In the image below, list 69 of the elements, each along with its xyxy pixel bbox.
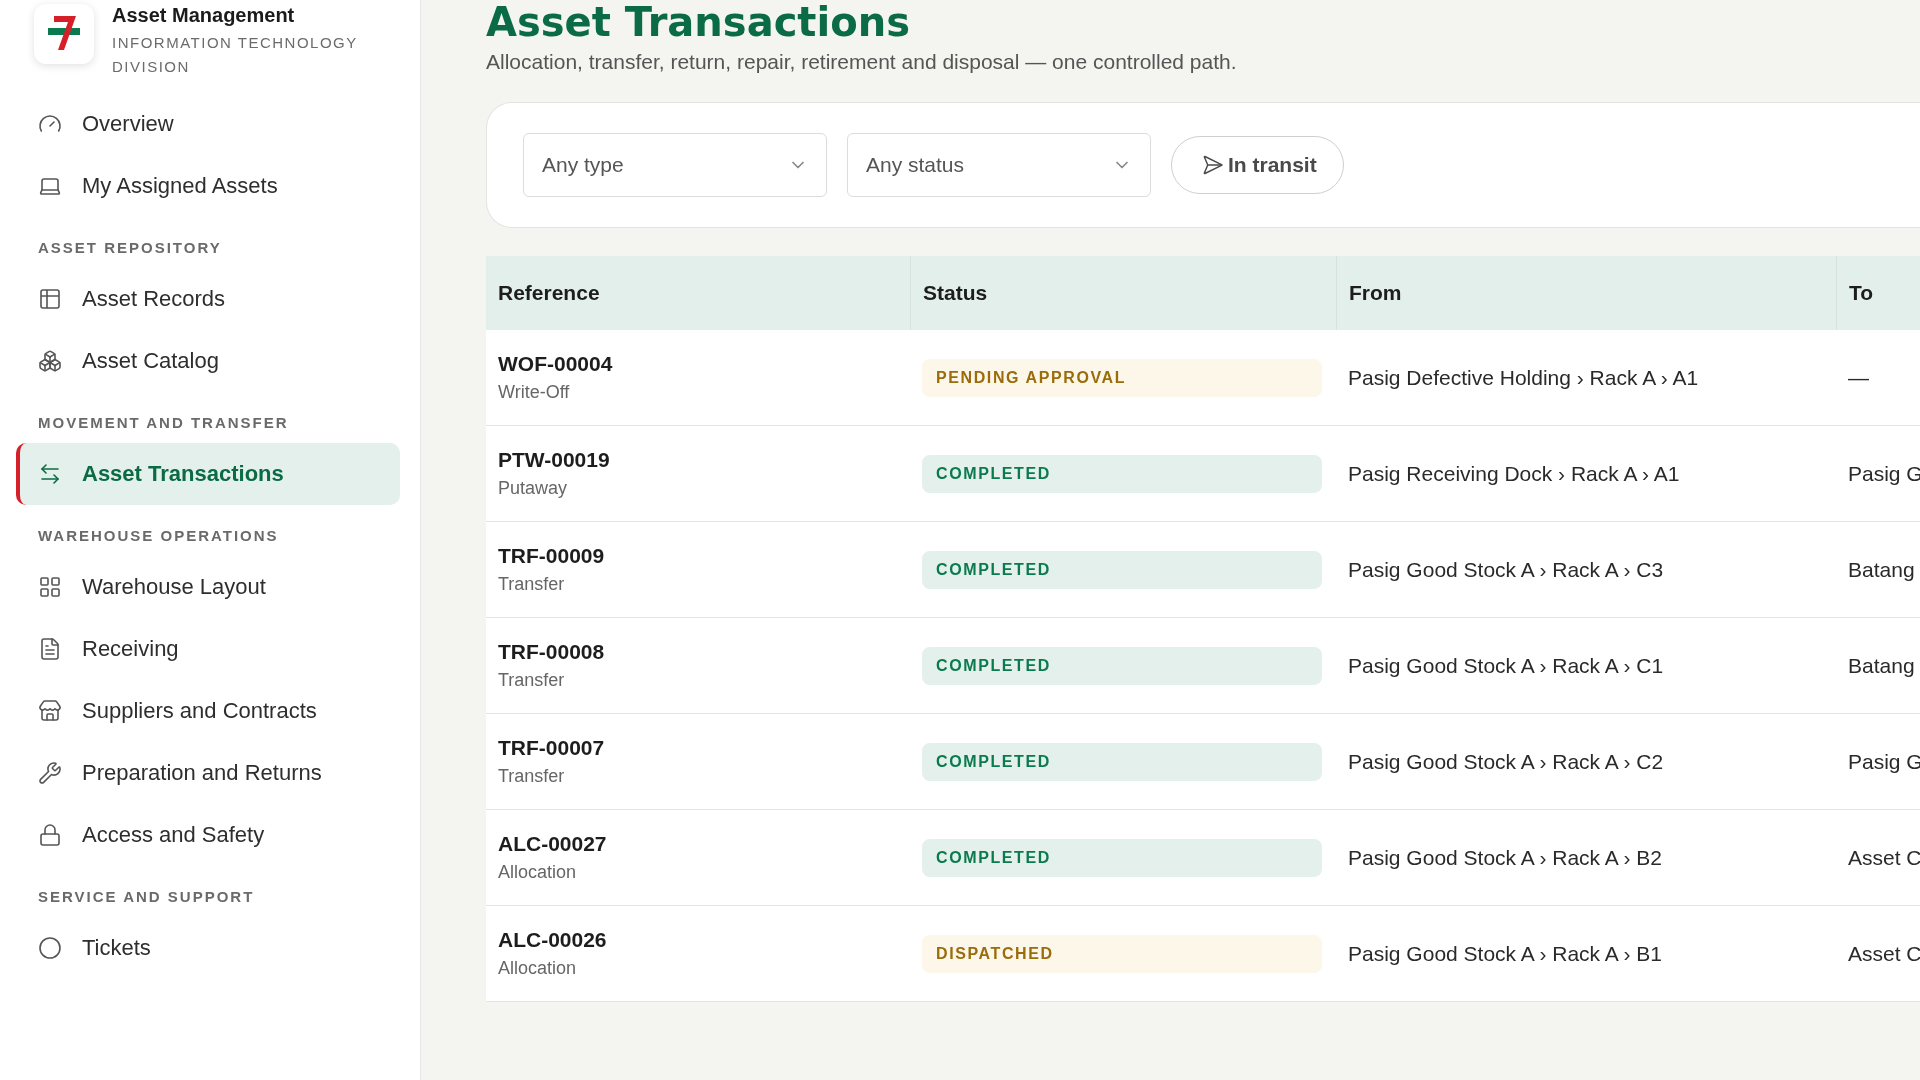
status-badge: COMPLETED: [922, 838, 1322, 877]
to-location: —: [1848, 365, 1870, 390]
boxes-icon: [38, 349, 62, 373]
type-text: Allocation: [498, 862, 578, 883]
store-icon: [38, 699, 62, 723]
to-location: Batang: [1848, 653, 1916, 678]
nav-item[interactable]: Warehouse Layout: [16, 556, 400, 618]
page-subtitle: Allocation, transfer, return, repair, retirement and disposal — one controlled path.: [486, 50, 1238, 74]
nav-item[interactable]: Receiving: [16, 618, 400, 680]
grid-icon: [38, 575, 62, 599]
from-location: Pasig Good Stock A › Rack A › C3: [1348, 557, 1665, 582]
document-icon: [38, 637, 62, 661]
type-text: Transfer: [498, 766, 566, 787]
from-location: Pasig Good Stock A › Rack A › B2: [1348, 845, 1663, 870]
status-badge: COMPLETED: [922, 550, 1322, 589]
type-text: Putaway: [498, 478, 569, 499]
column-header: Reference: [486, 256, 910, 330]
from-location: Pasig Good Stock A › Rack A › C2: [1348, 749, 1665, 774]
nav-item[interactable]: Asset Records: [16, 268, 400, 330]
nav-item[interactable]: Overview: [16, 93, 400, 155]
type-select[interactable]: Any type: [523, 133, 827, 197]
section-heading: WAREHOUSE OPERATIONS: [37, 526, 280, 546]
type-text: Transfer: [498, 670, 566, 691]
from-location: Pasig Good Stock A › Rack A › C1: [1348, 653, 1665, 678]
type-text: Allocation: [498, 958, 578, 979]
status-badge: COMPLETED: [922, 454, 1322, 493]
lock-icon: [38, 823, 62, 847]
to-location: Asset C: [1848, 941, 1920, 966]
nav-item[interactable]: Asset Catalog: [16, 330, 400, 392]
section-heading: SERVICE AND SUPPORT: [37, 887, 256, 907]
table-icon: [38, 287, 62, 311]
reference-text: WOF-00004: [498, 352, 614, 376]
in-transit-button[interactable]: In transit: [1171, 136, 1344, 194]
nav-item[interactable]: Access and Safety: [16, 804, 400, 866]
nav-item[interactable]: Tickets: [16, 917, 400, 979]
status-badge: COMPLETED: [922, 646, 1322, 685]
nav-item[interactable]: Suppliers and Contracts: [16, 680, 400, 742]
from-location: Pasig Receiving Dock › Rack A › A1: [1348, 461, 1681, 486]
from-location: Pasig Good Stock A › Rack A › B1: [1348, 941, 1663, 966]
column-header: From: [1336, 256, 1836, 330]
nav-item[interactable]: My Assigned Assets: [16, 155, 400, 217]
section-heading: MOVEMENT AND TRANSFER: [37, 413, 290, 433]
status-badge: DISPATCHED: [922, 934, 1322, 973]
arrows-icon: [38, 462, 62, 486]
column-header: To: [1836, 256, 1920, 330]
to-location: Batang: [1848, 557, 1916, 582]
nav-item[interactable]: Asset Transactions: [16, 443, 400, 505]
reference-text: ALC-00026: [498, 928, 608, 952]
status-select[interactable]: Any status: [847, 133, 1151, 197]
reference-text: TRF-00007: [498, 736, 606, 760]
reference-text: ALC-00027: [498, 832, 608, 856]
app-title: Asset Management: [112, 4, 296, 27]
reference-text: TRF-00008: [498, 640, 606, 664]
page-title: Asset Transactions: [486, 0, 911, 44]
to-location: Asset C: [1848, 845, 1920, 870]
from-location: Pasig Defective Holding › Rack A › A1: [1348, 365, 1700, 390]
type-text: Write-Off: [498, 382, 571, 403]
division-label: INFORMATION TECHNOLOGY DIVISION: [112, 33, 359, 77]
column-header: Status: [910, 256, 1336, 330]
wrench-icon: [38, 761, 62, 785]
type-text: Transfer: [498, 574, 566, 595]
status-badge: COMPLETED: [922, 742, 1322, 781]
circle-icon: [38, 936, 62, 960]
section-heading: ASSET REPOSITORY: [37, 238, 223, 258]
reference-text: TRF-00009: [498, 544, 606, 568]
status-badge: PENDING APPROVAL: [922, 358, 1322, 397]
reference-text: PTW-00019: [498, 448, 611, 472]
logo-icon: [34, 4, 94, 64]
nav-item[interactable]: Preparation and Returns: [16, 742, 400, 804]
